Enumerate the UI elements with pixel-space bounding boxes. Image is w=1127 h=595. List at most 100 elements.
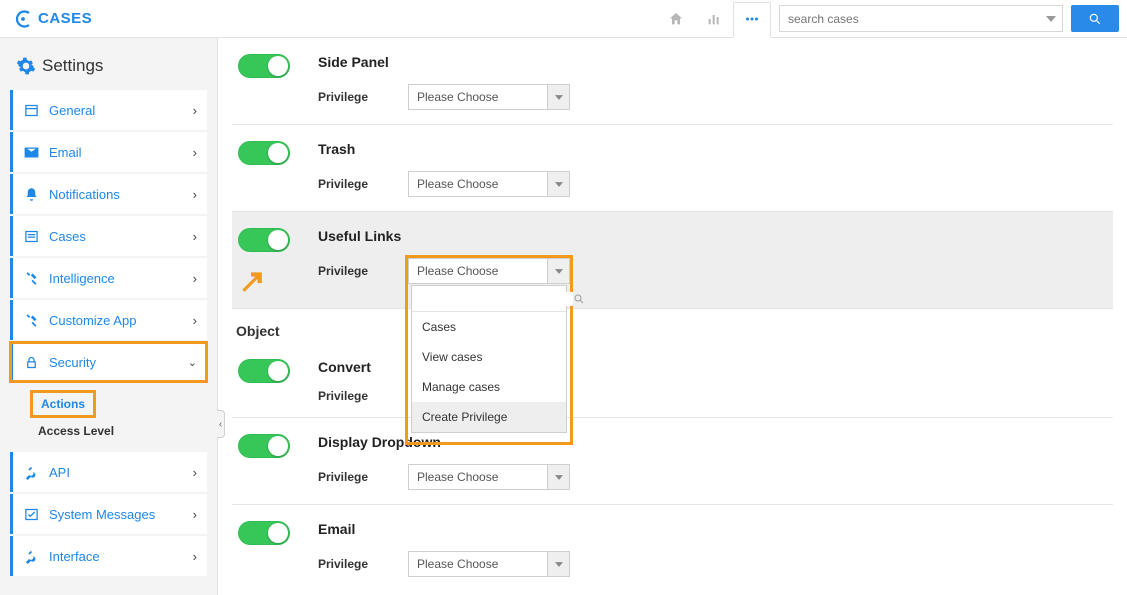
sidebar-item-notifications[interactable]: Notifications › bbox=[10, 174, 207, 214]
sidebar-item-label: Cases bbox=[49, 229, 86, 244]
dropdown-panel: Cases View cases Manage cases Create Pri… bbox=[411, 285, 567, 433]
section-header-object: Object bbox=[232, 309, 1113, 343]
settings-title: Settings bbox=[10, 46, 207, 90]
sidebar-subitem-access-level[interactable]: Access Level bbox=[30, 418, 207, 444]
search-button[interactable] bbox=[1071, 5, 1119, 32]
chevron-right-icon: › bbox=[193, 271, 197, 286]
chevron-right-icon: › bbox=[193, 313, 197, 328]
stats-button[interactable] bbox=[695, 1, 733, 37]
chevron-right-icon: › bbox=[193, 507, 197, 522]
sidebar-item-system-messages[interactable]: System Messages › bbox=[10, 494, 207, 534]
dropdown-search-input[interactable] bbox=[418, 292, 573, 306]
toggle-display-dropdown[interactable] bbox=[238, 434, 290, 458]
toggle-trash[interactable] bbox=[238, 141, 290, 165]
search-scope-caret[interactable] bbox=[1039, 5, 1063, 32]
sidebar-item-label: API bbox=[49, 465, 70, 480]
sidebar-item-label: Interface bbox=[49, 549, 100, 564]
caret-down-icon bbox=[548, 84, 570, 110]
toggle-useful-links[interactable] bbox=[238, 228, 290, 252]
caret-down-icon bbox=[548, 171, 570, 197]
privilege-label: Privilege bbox=[318, 177, 382, 191]
brand: CASES bbox=[8, 10, 92, 28]
privilege-label: Privilege bbox=[318, 90, 382, 104]
sidebar-item-label: Security bbox=[49, 355, 96, 370]
topbar: CASES bbox=[0, 0, 1127, 38]
row-title: Email bbox=[318, 521, 1113, 537]
gear-icon bbox=[16, 56, 36, 76]
list-icon bbox=[23, 228, 39, 244]
plug-icon bbox=[23, 464, 39, 480]
mail-icon bbox=[23, 144, 39, 160]
sidebar-subitem-actions[interactable]: Actions bbox=[30, 390, 96, 418]
search-input[interactable] bbox=[779, 5, 1039, 32]
search-box bbox=[779, 5, 1119, 32]
sidebar-item-interface[interactable]: Interface › bbox=[10, 536, 207, 576]
plug-icon bbox=[23, 548, 39, 564]
bell-icon bbox=[23, 186, 39, 202]
chevron-right-icon: › bbox=[193, 229, 197, 244]
select-value: Please Choose bbox=[408, 464, 548, 490]
caret-down-icon bbox=[548, 551, 570, 577]
chevron-down-icon: ⌄ bbox=[188, 356, 197, 369]
sidebar-item-email[interactable]: Email › bbox=[10, 132, 207, 172]
select-value: Please Choose bbox=[408, 171, 548, 197]
sidebar-item-intelligence[interactable]: Intelligence › bbox=[10, 258, 207, 298]
setting-row-convert: Convert Privilege bbox=[232, 343, 1113, 418]
privilege-label: Privilege bbox=[318, 470, 382, 484]
sidebar-item-label: Customize App bbox=[49, 313, 136, 328]
security-subitems: Actions Access Level bbox=[10, 384, 207, 452]
privilege-label: Privilege bbox=[318, 389, 382, 403]
select-value: Please Choose bbox=[408, 551, 548, 577]
sidebar-item-general[interactable]: General › bbox=[10, 90, 207, 130]
privilege-select-display-dropdown[interactable]: Please Choose bbox=[408, 464, 570, 490]
brand-logo-icon bbox=[14, 10, 32, 28]
row-title: Side Panel bbox=[318, 54, 1113, 70]
sidebar-item-cases[interactable]: Cases › bbox=[10, 216, 207, 256]
dropdown-option-cases[interactable]: Cases bbox=[412, 312, 566, 342]
setting-row-useful-links: Useful Links Privilege Please Choose bbox=[232, 212, 1113, 309]
chevron-right-icon: › bbox=[193, 549, 197, 564]
privilege-label: Privilege bbox=[318, 264, 382, 278]
more-button[interactable] bbox=[733, 2, 771, 38]
sidebar-item-label: Intelligence bbox=[49, 271, 115, 286]
search-icon bbox=[573, 293, 585, 305]
sidebar-item-security[interactable]: Security ⌄ bbox=[10, 342, 207, 382]
sidebar-item-customize-app[interactable]: Customize App › bbox=[10, 300, 207, 340]
layout: Settings General › Email › Notifications… bbox=[0, 38, 1127, 595]
dropdown-highlight: Cases View cases Manage cases Create Pri… bbox=[405, 255, 573, 445]
caret-down-icon bbox=[548, 464, 570, 490]
window-icon bbox=[23, 102, 39, 118]
privilege-select-trash[interactable]: Please Choose bbox=[408, 171, 570, 197]
home-button[interactable] bbox=[657, 1, 695, 37]
sidebar-item-label: Notifications bbox=[49, 187, 120, 202]
check-icon bbox=[23, 506, 39, 522]
chevron-right-icon: › bbox=[193, 465, 197, 480]
dropdown-option-create-privilege[interactable]: Create Privilege bbox=[412, 402, 566, 432]
toggle-side-panel[interactable] bbox=[238, 54, 290, 78]
chevron-right-icon: › bbox=[193, 103, 197, 118]
select-value: Please Choose bbox=[408, 84, 548, 110]
privilege-select-email[interactable]: Please Choose bbox=[408, 551, 570, 577]
row-title: Trash bbox=[318, 141, 1113, 157]
privilege-select-side-panel[interactable]: Please Choose bbox=[408, 84, 570, 110]
tools-icon bbox=[23, 270, 39, 286]
dropdown-option-manage-cases[interactable]: Manage cases bbox=[412, 372, 566, 402]
setting-row-display-dropdown: Display Dropdown Privilege Please Choose bbox=[232, 418, 1113, 505]
brand-title: CASES bbox=[38, 10, 92, 27]
callout-arrow-icon bbox=[238, 268, 264, 294]
toggle-convert[interactable] bbox=[238, 359, 290, 383]
sidebar-item-api[interactable]: API › bbox=[10, 452, 207, 492]
chevron-right-icon: › bbox=[193, 187, 197, 202]
setting-row-trash: Trash Privilege Please Choose bbox=[232, 125, 1113, 212]
sidebar-item-label: Email bbox=[49, 145, 82, 160]
dropdown-option-view-cases[interactable]: View cases bbox=[412, 342, 566, 372]
settings-title-text: Settings bbox=[42, 56, 103, 76]
chevron-right-icon: › bbox=[193, 145, 197, 160]
sidebar-item-label: System Messages bbox=[49, 507, 155, 522]
lock-icon bbox=[23, 354, 39, 370]
privilege-label: Privilege bbox=[318, 557, 382, 571]
sidebar-item-label: General bbox=[49, 103, 95, 118]
dropdown-search bbox=[412, 286, 566, 312]
toggle-email[interactable] bbox=[238, 521, 290, 545]
setting-row-side-panel: Side Panel Privilege Please Choose bbox=[232, 38, 1113, 125]
